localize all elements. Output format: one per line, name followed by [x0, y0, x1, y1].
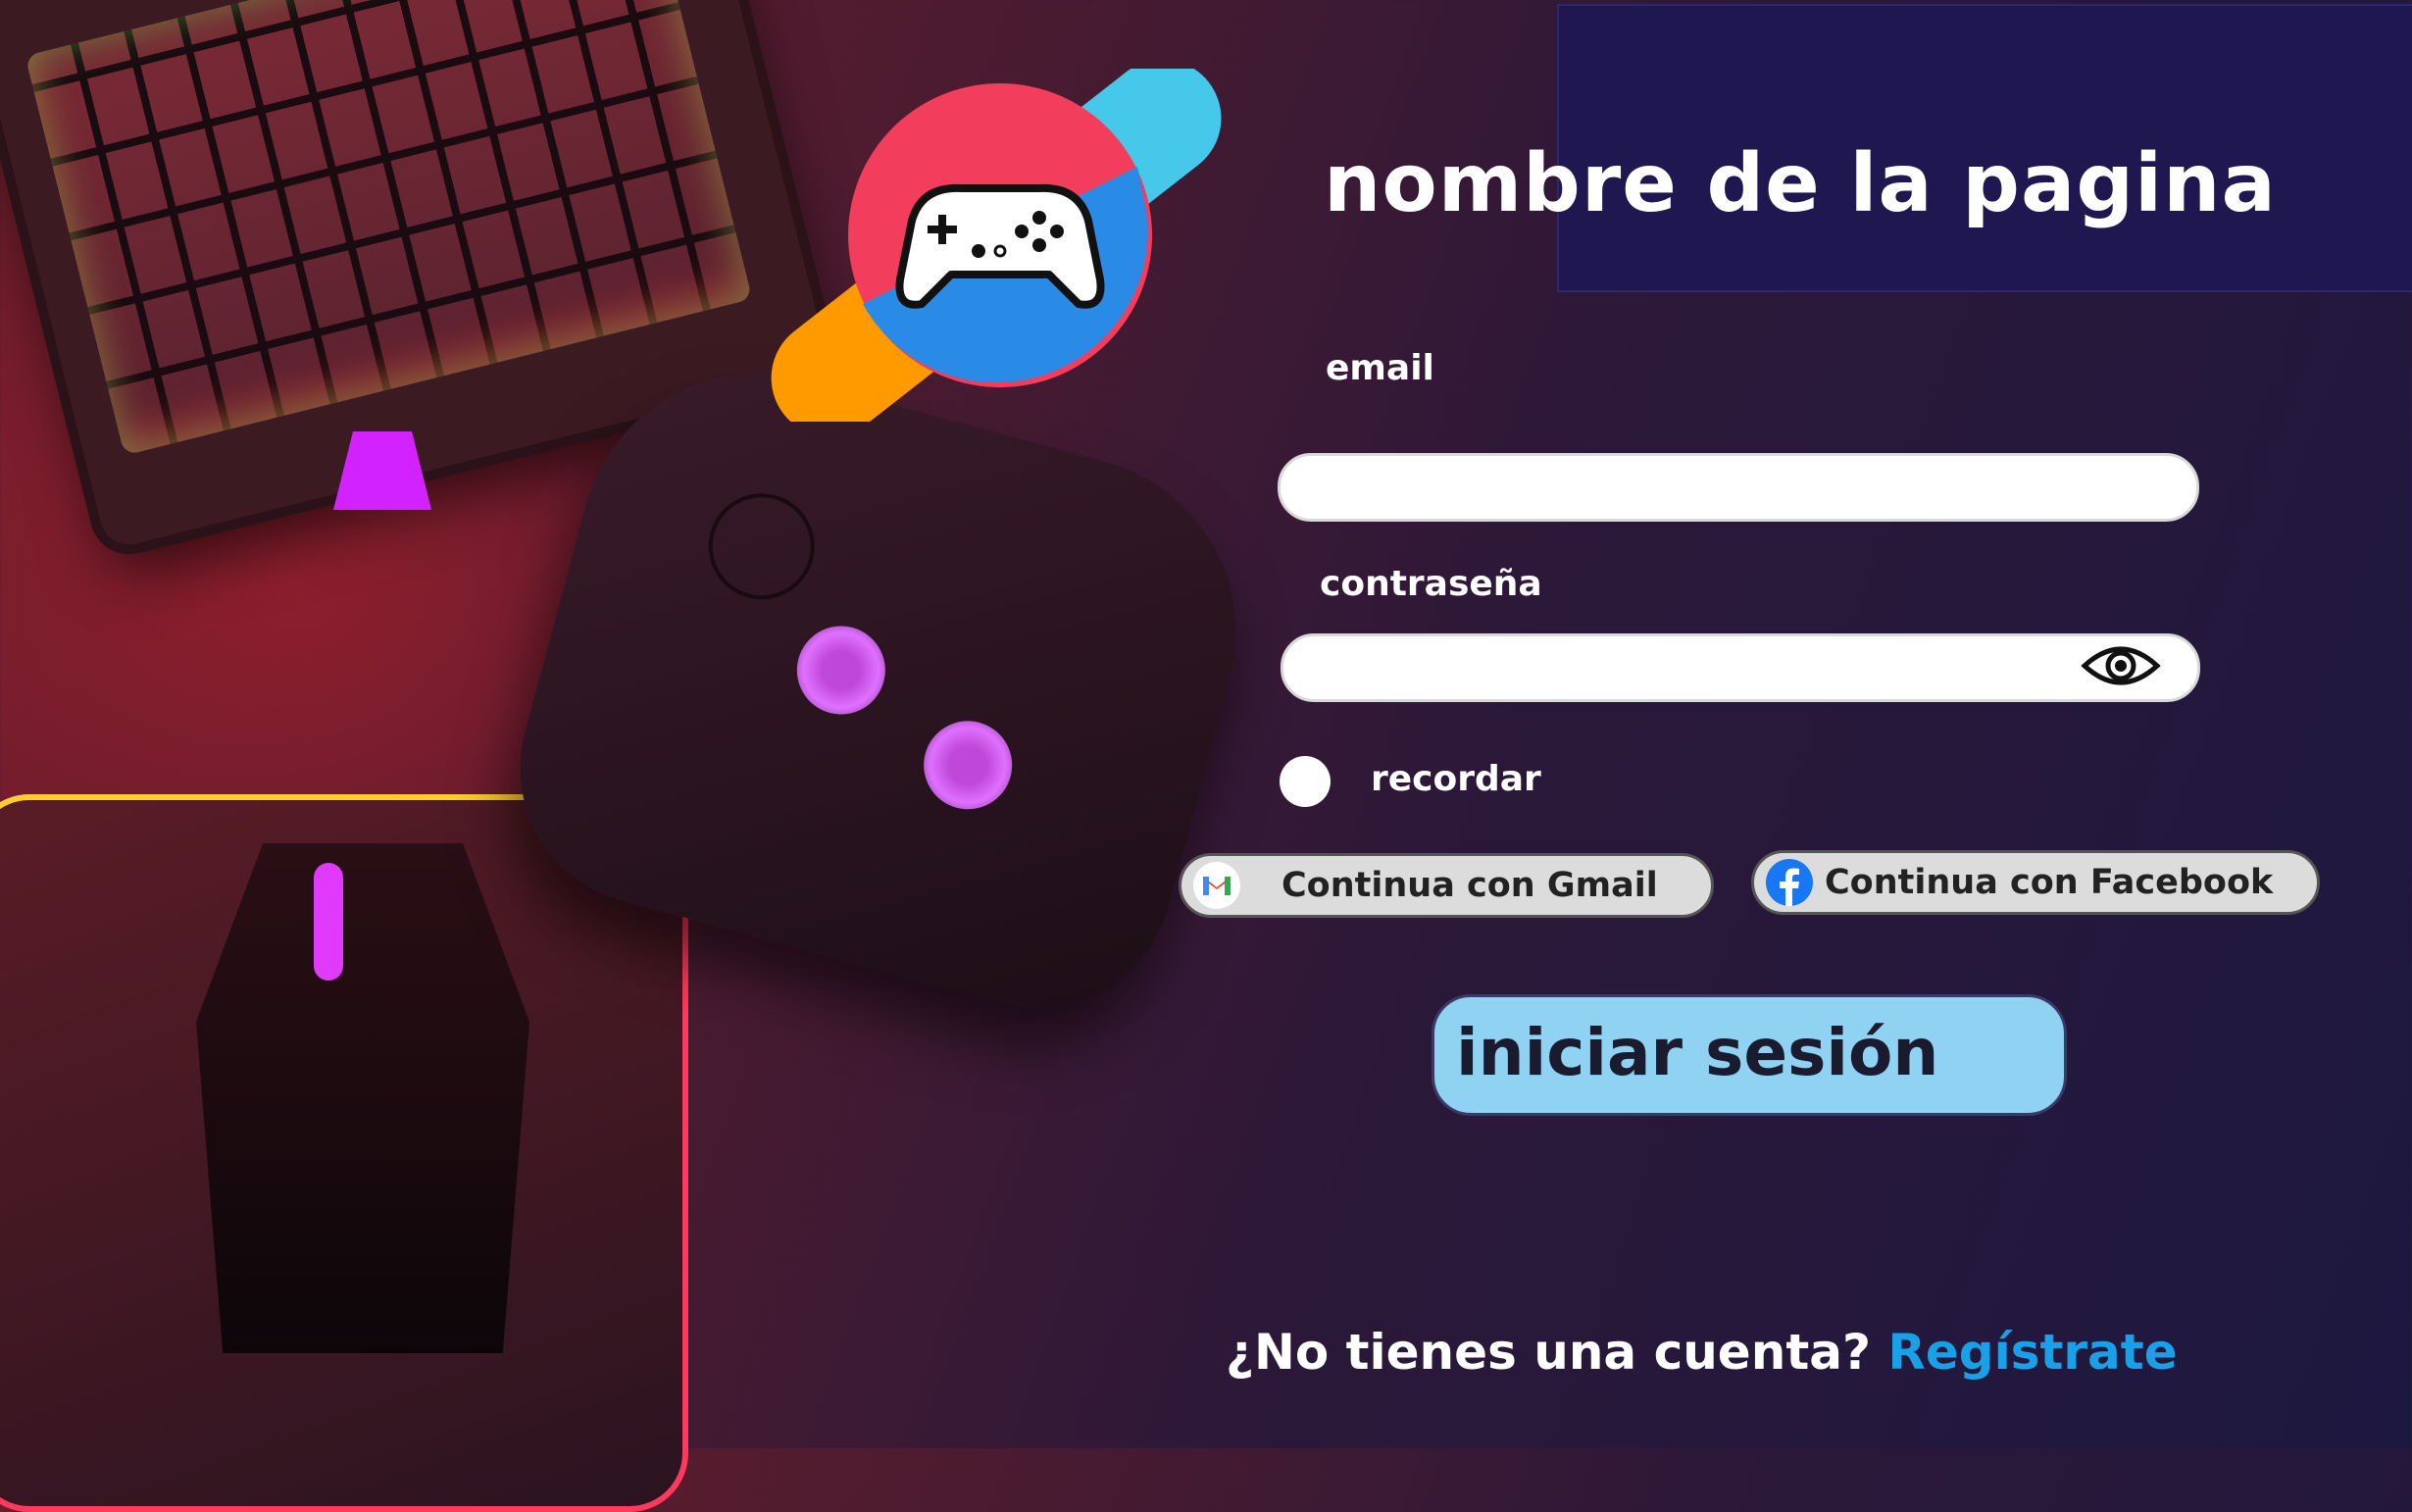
login-button[interactable]: iniciar sesión: [1432, 994, 2067, 1116]
facebook-button[interactable]: Continua con Facebook: [1751, 850, 2320, 915]
remember-checkbox[interactable]: [1280, 756, 1331, 807]
facebook-button-label: Continua con Facebook: [1825, 863, 2274, 902]
remember-label: recordar: [1371, 759, 1541, 799]
mouse-glow-image: [314, 863, 343, 981]
gamepad-logo-icon: [771, 69, 1222, 422]
mouse-image: [196, 843, 529, 1353]
password-field[interactable]: [1281, 633, 2200, 702]
page-title: nombre de la pagina: [1324, 137, 2277, 230]
signup-link[interactable]: Regístrate: [1887, 1324, 2177, 1381]
password-label: contraseña: [1320, 564, 1542, 604]
email-field[interactable]: [1278, 453, 2199, 522]
gmail-button-label: Continua con Gmail: [1281, 866, 1658, 905]
signup-question: ¿No tienes una cuenta?: [1226, 1324, 1871, 1381]
gmail-button[interactable]: Continua con Gmail: [1179, 853, 1714, 918]
gmail-icon: [1193, 862, 1240, 909]
email-label: email: [1326, 348, 1434, 388]
eye-icon[interactable]: [2081, 642, 2161, 689]
login-button-label: iniciar sesión: [1456, 1015, 1939, 1090]
signup-row: ¿No tienes una cuenta? Regístrate: [1226, 1324, 2178, 1381]
facebook-icon: [1766, 859, 1813, 906]
